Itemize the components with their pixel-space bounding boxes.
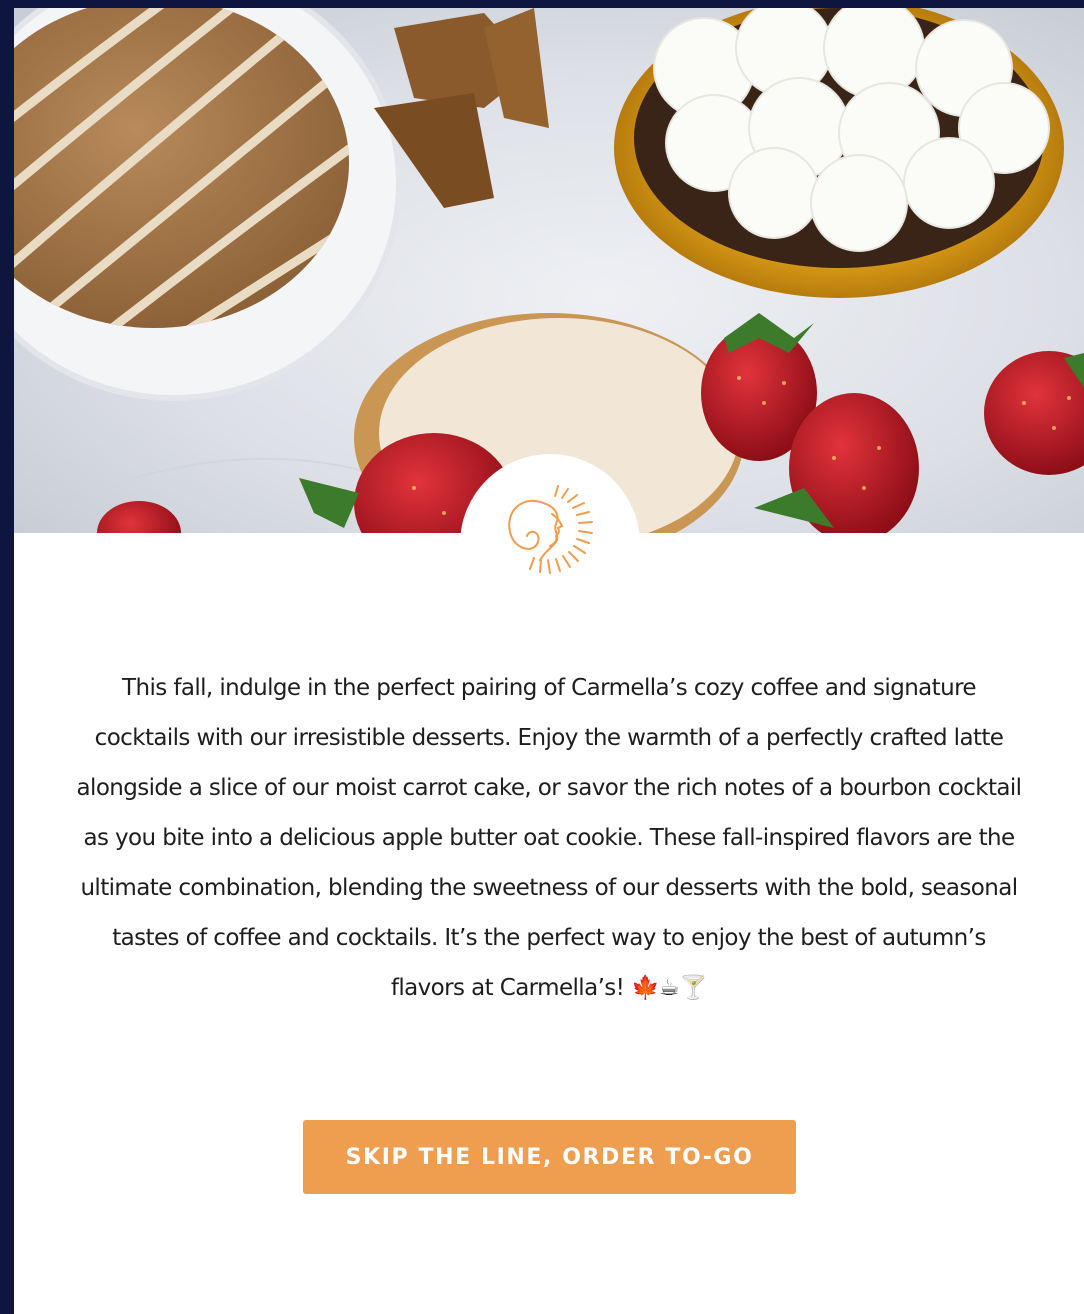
logo-badge [460, 454, 640, 634]
email-card: This fall, indulge in the perfect pairin… [14, 8, 1084, 1314]
order-to-go-button[interactable]: SKIP THE LINE, ORDER TO-GO [303, 1120, 796, 1194]
carmellas-sun-logo-icon [508, 485, 593, 574]
body-copy: This fall, indulge in the perfect pairin… [76, 675, 1023, 1001]
